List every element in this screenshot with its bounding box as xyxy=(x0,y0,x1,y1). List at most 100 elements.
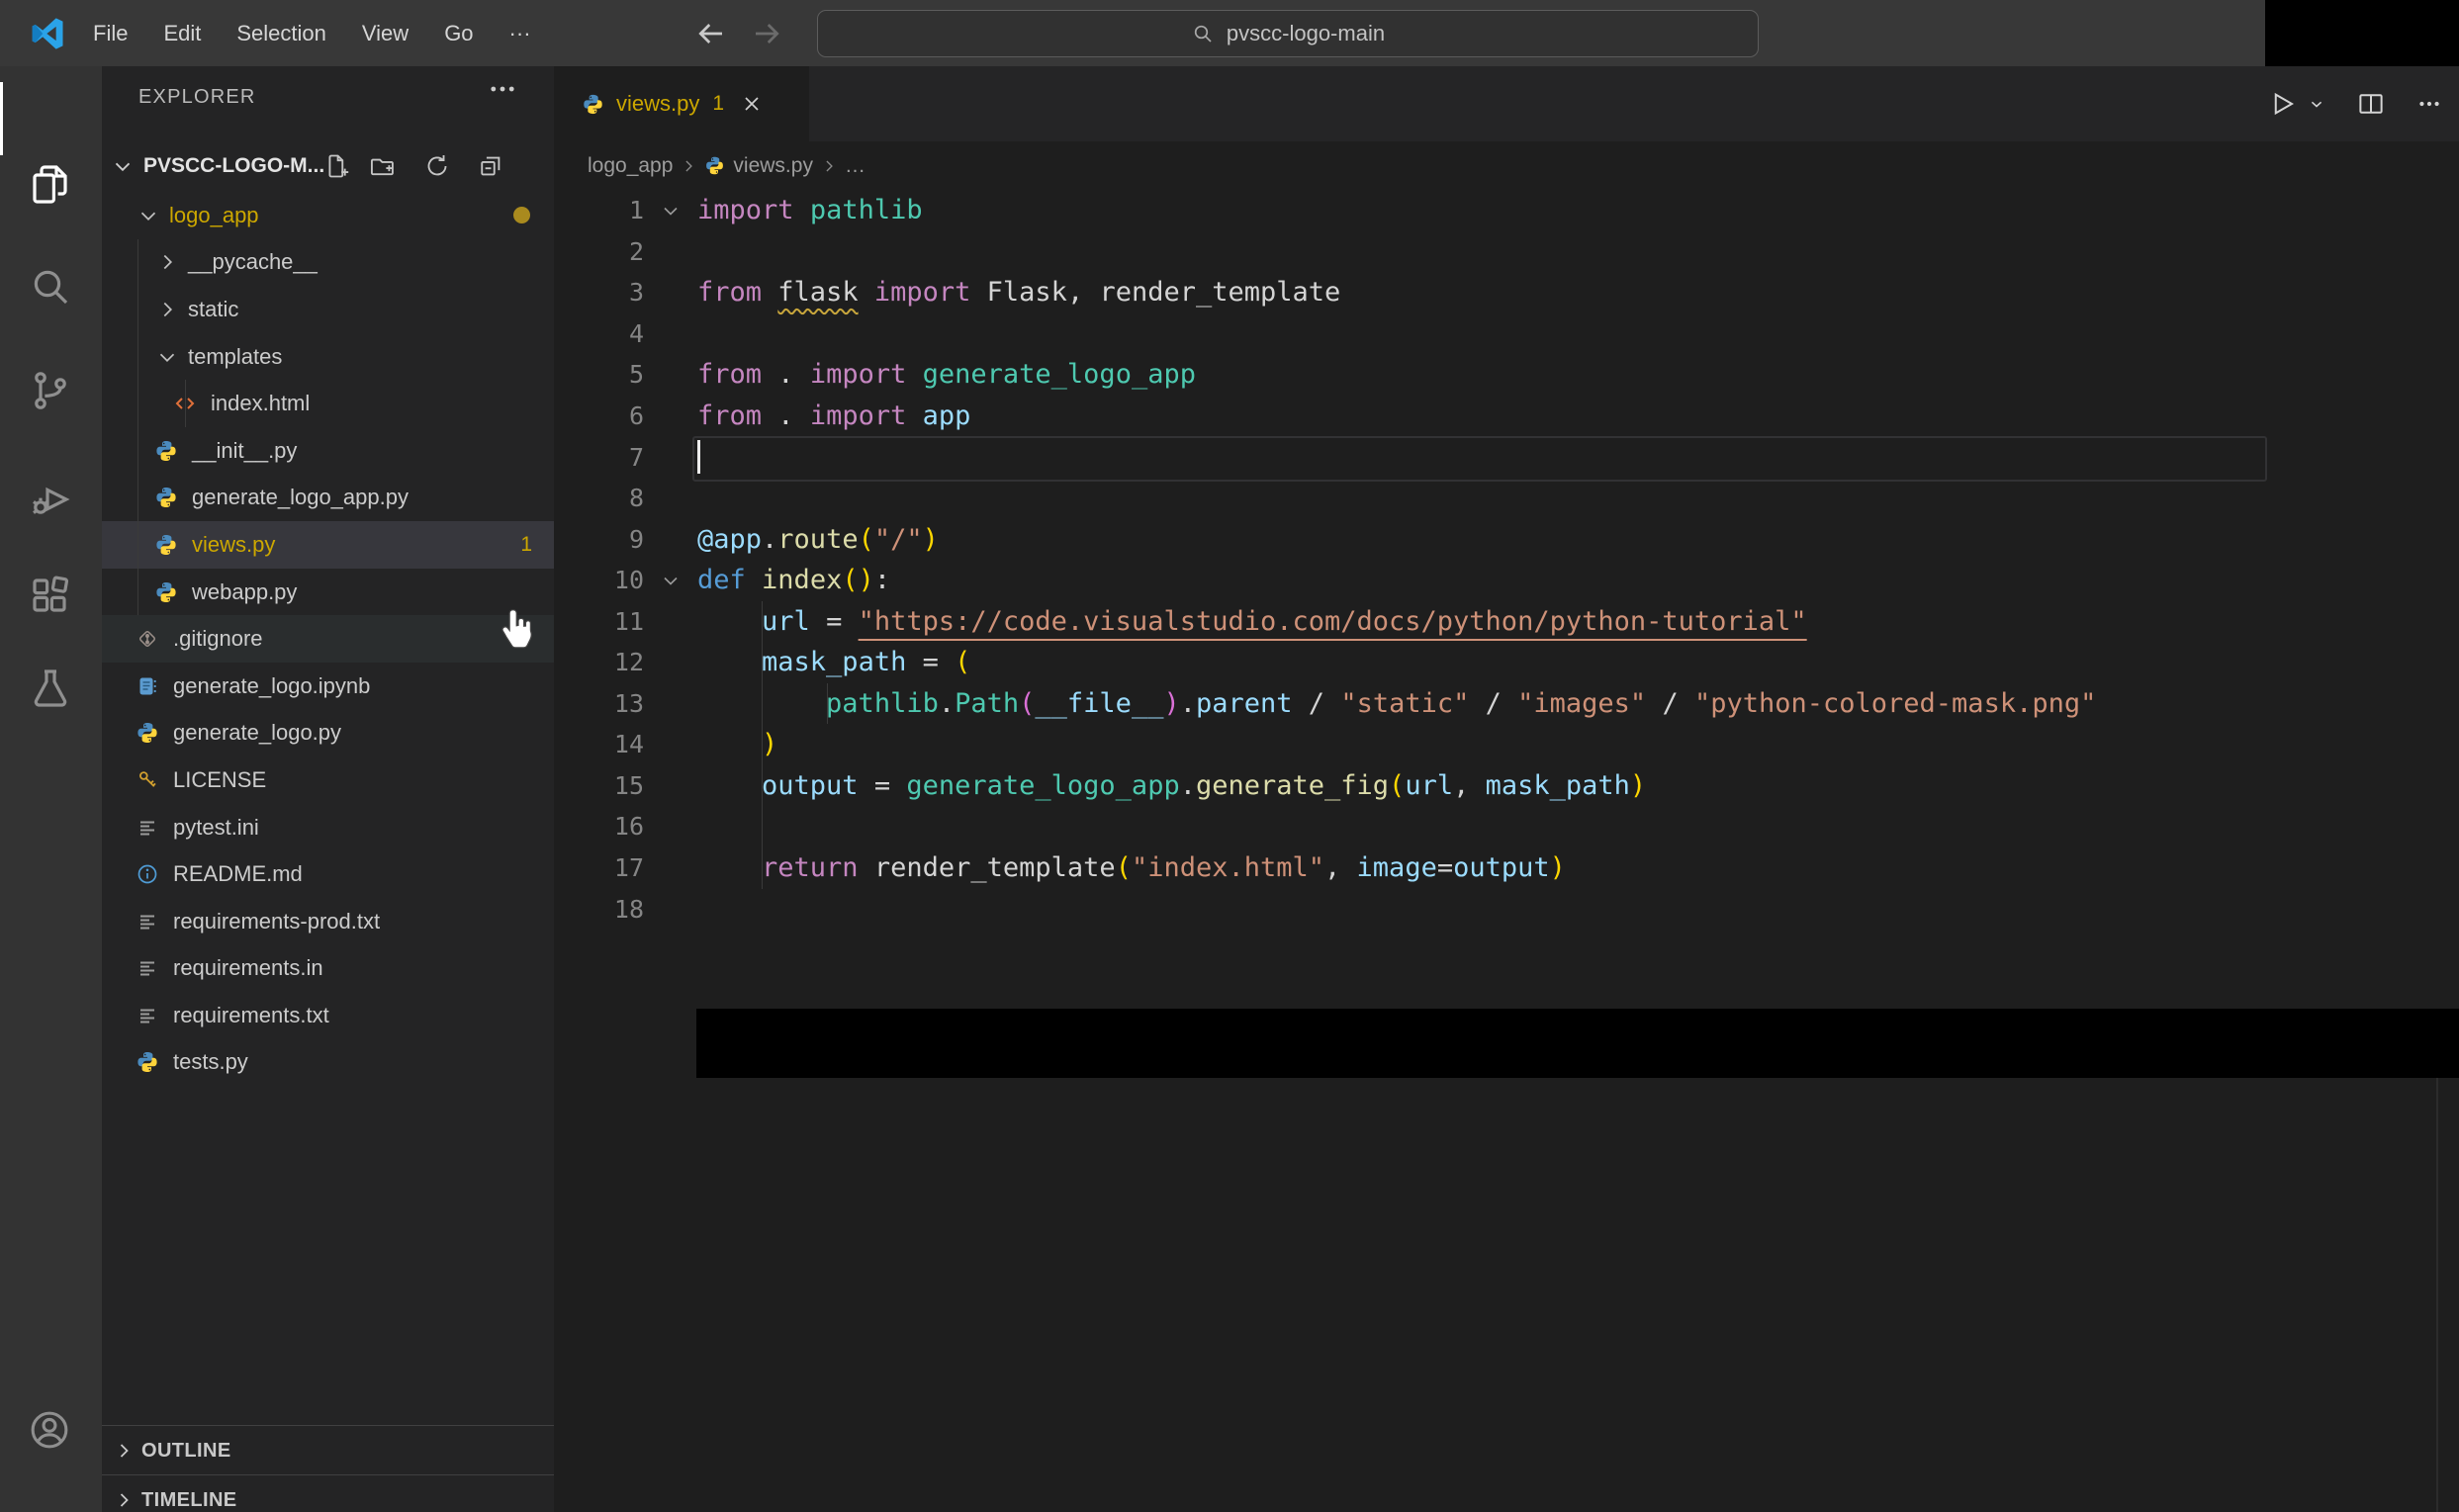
code-text: pathlib.Path(__file__).parent / "static"… xyxy=(826,687,2097,719)
tree-item-index-html[interactable]: index.html xyxy=(102,380,554,427)
menu-go[interactable]: Go xyxy=(426,21,491,46)
close-icon[interactable] xyxy=(740,92,764,116)
chevron-right-icon xyxy=(819,156,839,176)
outline-section-header[interactable]: OUTLINE xyxy=(102,1425,554,1475)
menu-edit[interactable]: Edit xyxy=(145,21,219,46)
tree-item-label: requirements.in xyxy=(173,955,323,981)
tree-item-pytest-ini[interactable]: pytest.ini xyxy=(102,804,554,851)
menu-selection[interactable]: Selection xyxy=(219,21,344,46)
fold-gutter xyxy=(644,608,697,634)
line-number[interactable]: 17 xyxy=(554,853,644,882)
activity-source-control[interactable] xyxy=(27,367,74,414)
command-center-search[interactable]: pvscc-logo-main xyxy=(817,10,1759,57)
tree-item-webapp-py[interactable]: webapp.py xyxy=(102,569,554,616)
breadcrumb-item-symbol[interactable]: … xyxy=(845,154,865,178)
chevron-down-icon xyxy=(154,344,180,370)
fold-gutter xyxy=(644,403,697,429)
editor-area: views.py 1 logo_app views.py … 1 import pat… xyxy=(554,66,2459,1512)
navigate-forward-icon[interactable] xyxy=(750,16,785,51)
menu-more[interactable]: ··· xyxy=(492,21,549,46)
line-number[interactable]: 16 xyxy=(554,812,644,841)
scrollbar-edge-line xyxy=(2436,1078,2438,1512)
tree-item-templates[interactable]: templates xyxy=(102,333,554,381)
line-number[interactable]: 13 xyxy=(554,689,644,718)
tab-problem-badge: 1 xyxy=(712,92,725,115)
project-root-row[interactable]: PVSCC-LOGO-M... xyxy=(102,143,554,189)
tree-item-label: LICENSE xyxy=(173,766,267,792)
activity-settings[interactable] xyxy=(27,1507,72,1512)
chevron-right-icon xyxy=(112,1439,136,1463)
line-number[interactable]: 3 xyxy=(554,278,644,307)
breadcrumb-item-views-py[interactable]: views.py xyxy=(704,154,813,178)
activity-testing[interactable] xyxy=(27,666,74,713)
tree-item-requirements-prod-txt[interactable]: requirements-prod.txt xyxy=(102,898,554,945)
line-number[interactable]: 8 xyxy=(554,484,644,512)
line-number[interactable]: 12 xyxy=(554,648,644,676)
more-actions-button[interactable] xyxy=(2415,90,2443,118)
list-icon xyxy=(136,956,159,980)
tree-item-logo-app[interactable]: logo_app xyxy=(102,192,554,239)
tree-item-generate-logo-app-py[interactable]: generate_logo_app.py xyxy=(102,475,554,522)
activity-extensions[interactable] xyxy=(27,572,74,619)
activity-bar xyxy=(0,66,102,1512)
line-number[interactable]: 18 xyxy=(554,895,644,924)
code-text: import pathlib xyxy=(697,195,923,226)
line-number[interactable]: 5 xyxy=(554,360,644,389)
chevron-right-icon xyxy=(154,297,180,322)
split-editor-button[interactable] xyxy=(2356,89,2386,119)
tree-item-views-py[interactable]: views.py 1 xyxy=(102,521,554,569)
line-number[interactable]: 2 xyxy=(554,237,644,266)
line-number[interactable]: 4 xyxy=(554,319,644,348)
vscode-logo-icon xyxy=(28,14,67,53)
code-text: return render_template("index.html", ima… xyxy=(762,852,1566,884)
activity-explorer[interactable] xyxy=(27,161,74,209)
activity-search[interactable] xyxy=(27,263,74,311)
collapse-all-button[interactable] xyxy=(477,152,504,180)
line-number[interactable]: 10 xyxy=(554,566,644,594)
menu-file[interactable]: File xyxy=(75,21,145,46)
python-icon xyxy=(154,439,178,463)
notebook-icon xyxy=(136,674,159,698)
tree-item-generate-logo-py[interactable]: generate_logo.py xyxy=(102,710,554,757)
tree-item-tests-py[interactable]: tests.py xyxy=(102,1039,554,1087)
fold-gutter xyxy=(644,238,697,264)
activity-run-and-debug[interactable] xyxy=(27,476,74,523)
fold-chevron-down-icon[interactable] xyxy=(644,198,697,223)
fold-gutter xyxy=(644,362,697,388)
line-number[interactable]: 6 xyxy=(554,401,644,430)
tree-item-license[interactable]: LICENSE xyxy=(102,756,554,804)
fold-gutter xyxy=(644,855,697,881)
mouse-hand-cursor xyxy=(500,608,537,654)
run-dropdown-button[interactable] xyxy=(2307,94,2326,114)
timeline-section-header[interactable]: TIMELINE xyxy=(102,1474,554,1512)
tree-item-static[interactable]: static xyxy=(102,286,554,333)
fold-chevron-down-icon[interactable] xyxy=(644,568,697,593)
tree-item-generate-logo-ipynb[interactable]: generate_logo.ipynb xyxy=(102,663,554,710)
line-number[interactable]: 15 xyxy=(554,771,644,800)
new-file-button[interactable] xyxy=(323,152,351,180)
timeline-label: TIMELINE xyxy=(141,1488,237,1511)
refresh-button[interactable] xyxy=(423,152,451,180)
activity-accounts[interactable] xyxy=(27,1407,72,1453)
run-button[interactable] xyxy=(2267,89,2297,119)
menu-view[interactable]: View xyxy=(344,21,426,46)
line-number[interactable]: 7 xyxy=(554,443,644,472)
line-number[interactable]: 1 xyxy=(554,196,644,224)
tree-item--gitignore[interactable]: .gitignore xyxy=(102,615,554,663)
navigate-back-icon[interactable] xyxy=(692,16,728,51)
tree-item--pycache-[interactable]: __pycache__ xyxy=(102,239,554,287)
line-number[interactable]: 14 xyxy=(554,730,644,758)
line-number[interactable]: 11 xyxy=(554,607,644,636)
new-folder-button[interactable] xyxy=(369,152,397,180)
tree-item-requirements-in[interactable]: requirements.in xyxy=(102,945,554,993)
breadcrumb-item-logo-app[interactable]: logo_app xyxy=(588,154,673,178)
tab-views-py[interactable]: views.py 1 xyxy=(554,66,809,141)
views-and-more-actions-icon[interactable] xyxy=(486,72,519,106)
list-icon xyxy=(136,816,159,840)
tree-item--init-py[interactable]: __init__.py xyxy=(102,427,554,475)
tab-label: views.py xyxy=(616,91,700,116)
tree-item-requirements-txt[interactable]: requirements.txt xyxy=(102,992,554,1039)
line-number[interactable]: 9 xyxy=(554,525,644,554)
tree-item-readme-md[interactable]: README.md xyxy=(102,850,554,898)
code-editor[interactable]: 1 import pathlib 2 3 from flask import Flask… xyxy=(554,190,2459,930)
